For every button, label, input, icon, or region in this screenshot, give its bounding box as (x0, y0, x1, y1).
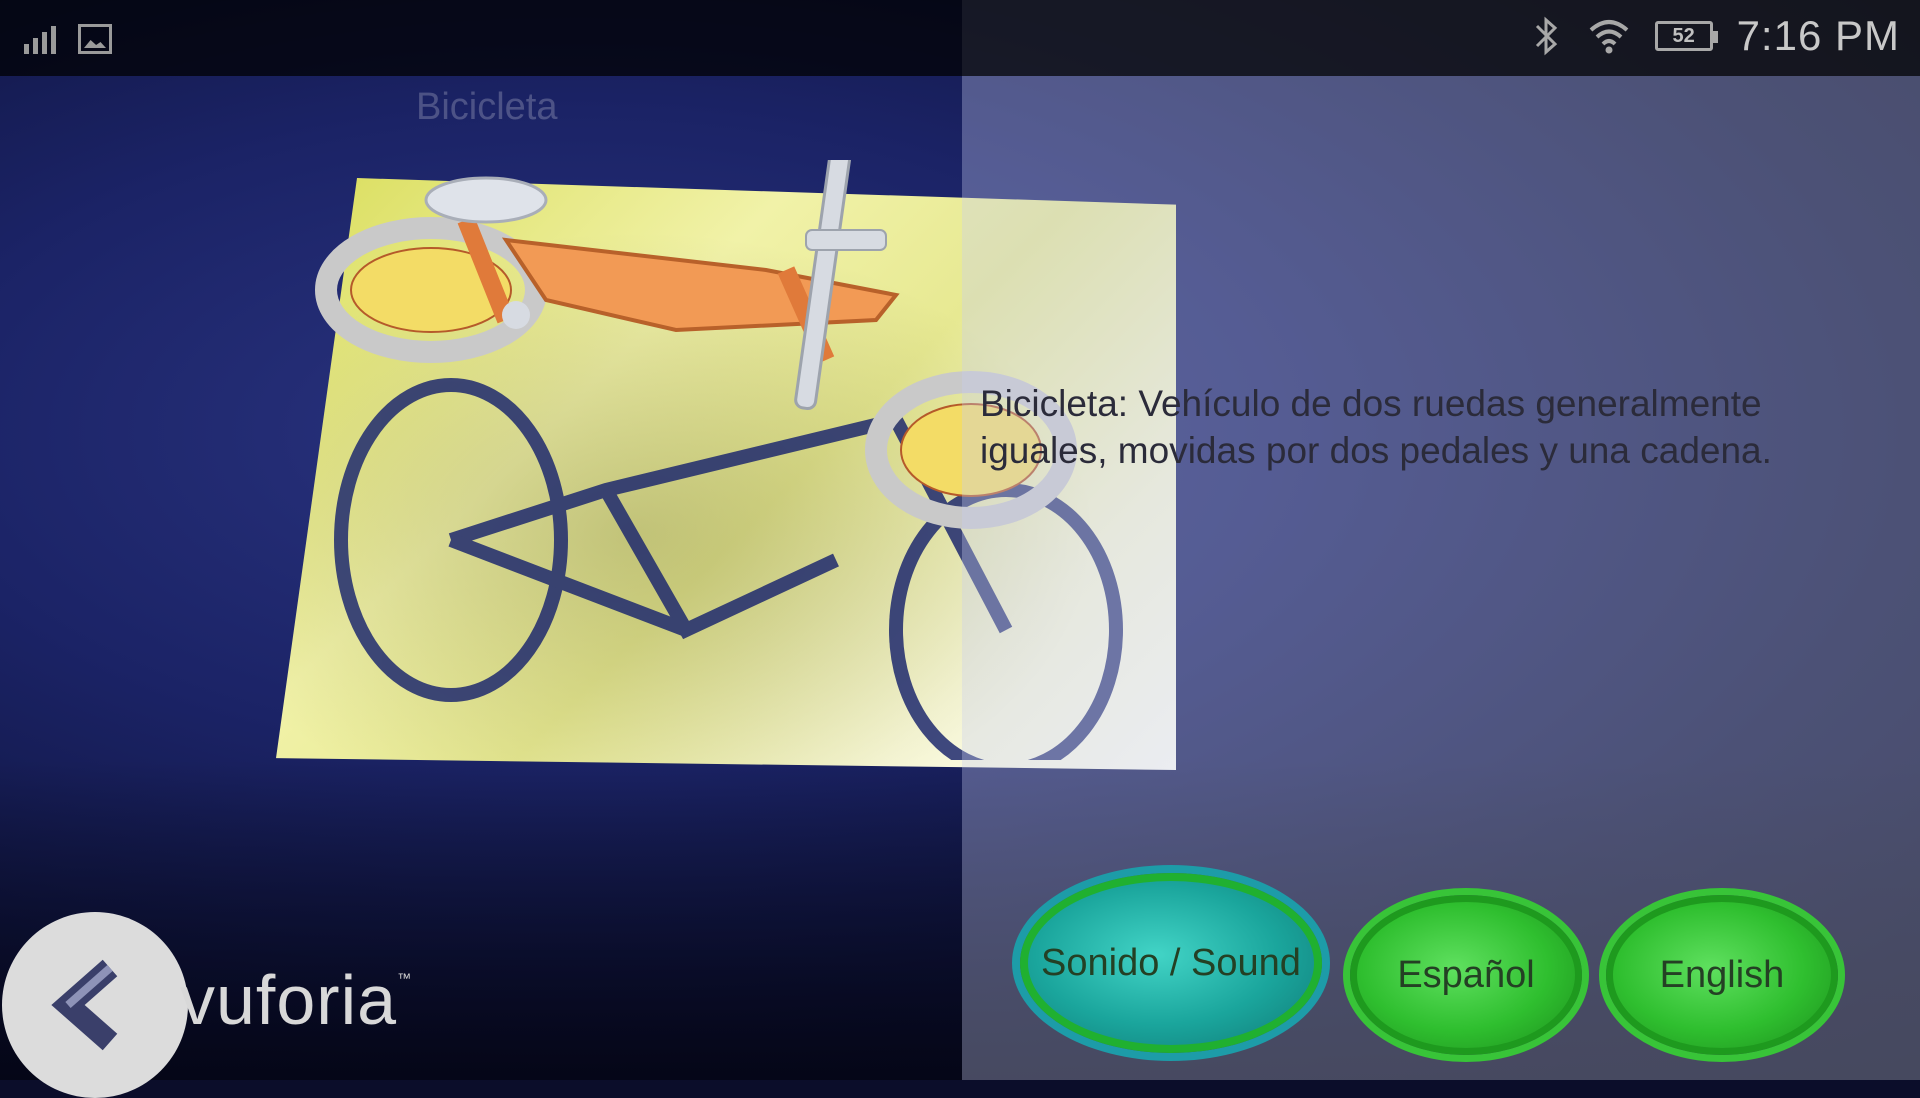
spanish-button[interactable]: Español (1350, 895, 1582, 1055)
sound-button[interactable]: Sonido / Sound (1020, 873, 1322, 1053)
watermark-trademark: ™ (397, 970, 413, 986)
spanish-button-label: Español (1397, 953, 1535, 996)
back-button[interactable] (2, 912, 188, 1098)
watermark-text: vuforia (180, 961, 398, 1039)
battery-level: 52 (1672, 24, 1695, 47)
wifi-icon (1589, 20, 1628, 54)
gallery-icon (78, 24, 112, 54)
signal-icon (24, 18, 56, 54)
sound-button-label: Sonido / Sound (1041, 941, 1301, 984)
vuforia-watermark: vuforia™ (180, 960, 412, 1040)
scene-title: Bicicleta (416, 86, 558, 128)
object-description: Bicicleta: Vehículo de dos ruedas genera… (980, 383, 1772, 471)
bluetooth-icon (1535, 16, 1557, 56)
status-left-group (24, 18, 112, 54)
english-button-label: English (1659, 953, 1785, 996)
back-arrow-icon (51, 959, 118, 1051)
status-right-group: 52 7:16 PM (1529, 12, 1900, 60)
status-clock: 7:16 PM (1736, 12, 1900, 59)
battery-icon: 52 (1654, 21, 1718, 51)
english-button[interactable]: English (1606, 895, 1838, 1055)
status-bar: 52 7:16 PM (0, 0, 1920, 76)
